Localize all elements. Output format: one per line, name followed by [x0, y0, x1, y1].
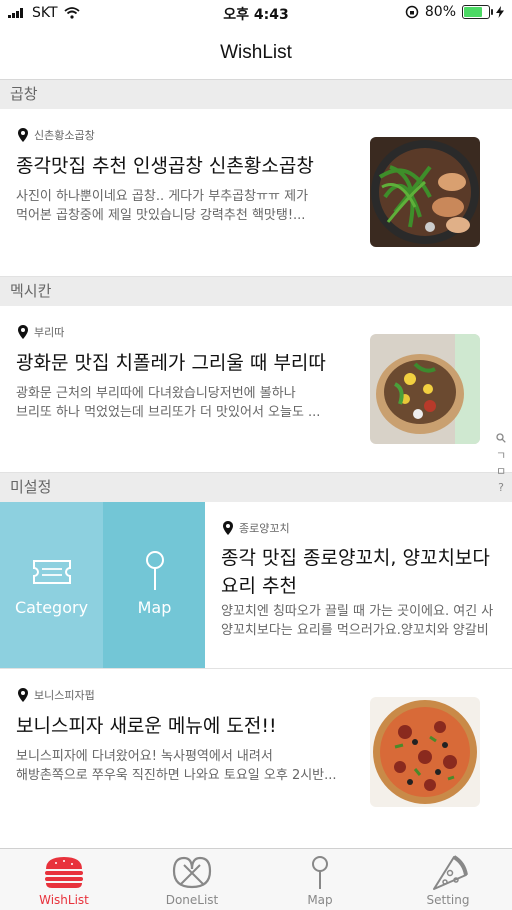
list-item-content[interactable]: 종로양꼬치 종각 맛집 종로양꼬치, 양꼬치보다 요리 추천 양꼬치엔 칭따오가 …: [205, 502, 512, 668]
map-action-button[interactable]: Map: [103, 502, 206, 668]
item-description: 양꼬치엔 칭따오가 끌릴 때 가는 곳이에요. 여긴 사 양꼬치보다는 요리를 먹…: [221, 604, 494, 638]
tab-label: Setting: [426, 893, 470, 907]
burger-icon: [45, 857, 83, 888]
map-pin-icon: [312, 856, 328, 889]
index-letter[interactable]: ㅁ: [494, 464, 508, 480]
location-pin-icon: [18, 688, 28, 702]
map-pin-icon: [145, 551, 164, 590]
food-thumbnail: [370, 137, 480, 247]
item-description: 광화문 근처의 부리따에 다녀왔습니당저번에 볼하나 브리또 하나 먹었었는데 브…: [16, 386, 321, 420]
pretzel-icon: [172, 856, 212, 889]
item-description: 사진이 하나뿐이네요 곱창.. 게다가 부추곱창ㅠㅠ 제가 먹어본 곱창중에 제일…: [16, 189, 309, 223]
section-index[interactable]: ㄱ ㅁ ?: [494, 432, 508, 496]
tab-label: WishList: [39, 893, 89, 907]
location-label: 종로양꼬치: [239, 522, 290, 535]
tab-setting[interactable]: Setting: [384, 849, 512, 910]
index-letter[interactable]: ㄱ: [494, 448, 508, 464]
section-header-unset: 미설정: [0, 473, 512, 502]
list-item[interactable]: 보니스피자펍 보니스피자 새로운 메뉴에 도전!! 보니스피자에 다녀왔어요! …: [0, 669, 512, 847]
item-description: 보니스피자에 다녀왔어요! 녹사평역에서 내려서 해방촌쪽으로 쭈우욱 직진하면 …: [16, 749, 337, 783]
item-title: 종각 맛집 종로양꼬치, 양꼬치보다 요리 추천: [221, 547, 490, 597]
item-title: 보니스피자 새로운 메뉴에 도전!!: [16, 715, 277, 737]
ticket-icon: [32, 560, 71, 584]
status-bar: SKT 오후 4:43 80%: [0, 0, 512, 26]
location-label: 신촌황소곱창: [34, 129, 95, 142]
location-row: 보니스피자펍: [18, 687, 95, 703]
category-action-label: Category: [14, 598, 89, 617]
food-thumbnail: [370, 334, 480, 444]
search-icon[interactable]: [496, 433, 506, 443]
battery-percent: 80%: [424, 4, 456, 20]
location-row: 신촌황소곱창: [18, 127, 95, 143]
location-pin-icon: [18, 325, 28, 339]
page-title: WishList: [220, 42, 292, 63]
list-item[interactable]: 부리따 광화문 맛집 치폴레가 그리울 때 부리따 광화문 근처의 부리따에 다…: [0, 306, 512, 474]
location-row: 종로양꼬치: [223, 520, 290, 536]
item-title: 광화문 맛집 치폴레가 그리울 때 부리따: [16, 352, 326, 374]
location-label: 보니스피자펍: [34, 689, 95, 702]
tab-wishlist[interactable]: WishList: [0, 849, 128, 910]
category-action-button[interactable]: Category: [0, 502, 103, 668]
rotation-lock-icon: [405, 5, 419, 19]
charging-icon: [496, 6, 504, 18]
tab-label: Map: [307, 893, 333, 907]
location-row: 부리따: [18, 324, 64, 340]
tab-donelist[interactable]: DoneList: [128, 849, 256, 910]
navigation-bar: WishList: [0, 26, 512, 80]
pizza-slice-icon: [433, 855, 468, 890]
location-label: 부리따: [34, 326, 65, 339]
map-action-label: Map: [137, 598, 172, 617]
index-letter[interactable]: ?: [494, 480, 508, 496]
tab-map[interactable]: Map: [256, 849, 384, 910]
section-header-mexican: 멕시칸: [0, 277, 512, 306]
battery-icon: [462, 5, 493, 19]
food-thumbnail: [370, 697, 480, 807]
location-pin-icon: [18, 128, 28, 142]
section-header-gopchang: 곱창: [0, 80, 512, 109]
location-pin-icon: [223, 521, 233, 535]
swiped-list-item[interactable]: Category Map 종로양꼬치 종각 맛집 종로양꼬치, 양꼬치보다 요리 …: [0, 502, 512, 668]
tab-bar: WishList DoneList Map Setting: [0, 848, 512, 910]
list-item[interactable]: 신촌황소곱창 종각맛집 추천 인생곱창 신촌황소곱창 사진이 하나뿐이네요 곱창…: [0, 109, 512, 277]
item-title: 종각맛집 추천 인생곱창 신촌황소곱창: [16, 155, 314, 177]
tab-label: DoneList: [165, 893, 219, 907]
